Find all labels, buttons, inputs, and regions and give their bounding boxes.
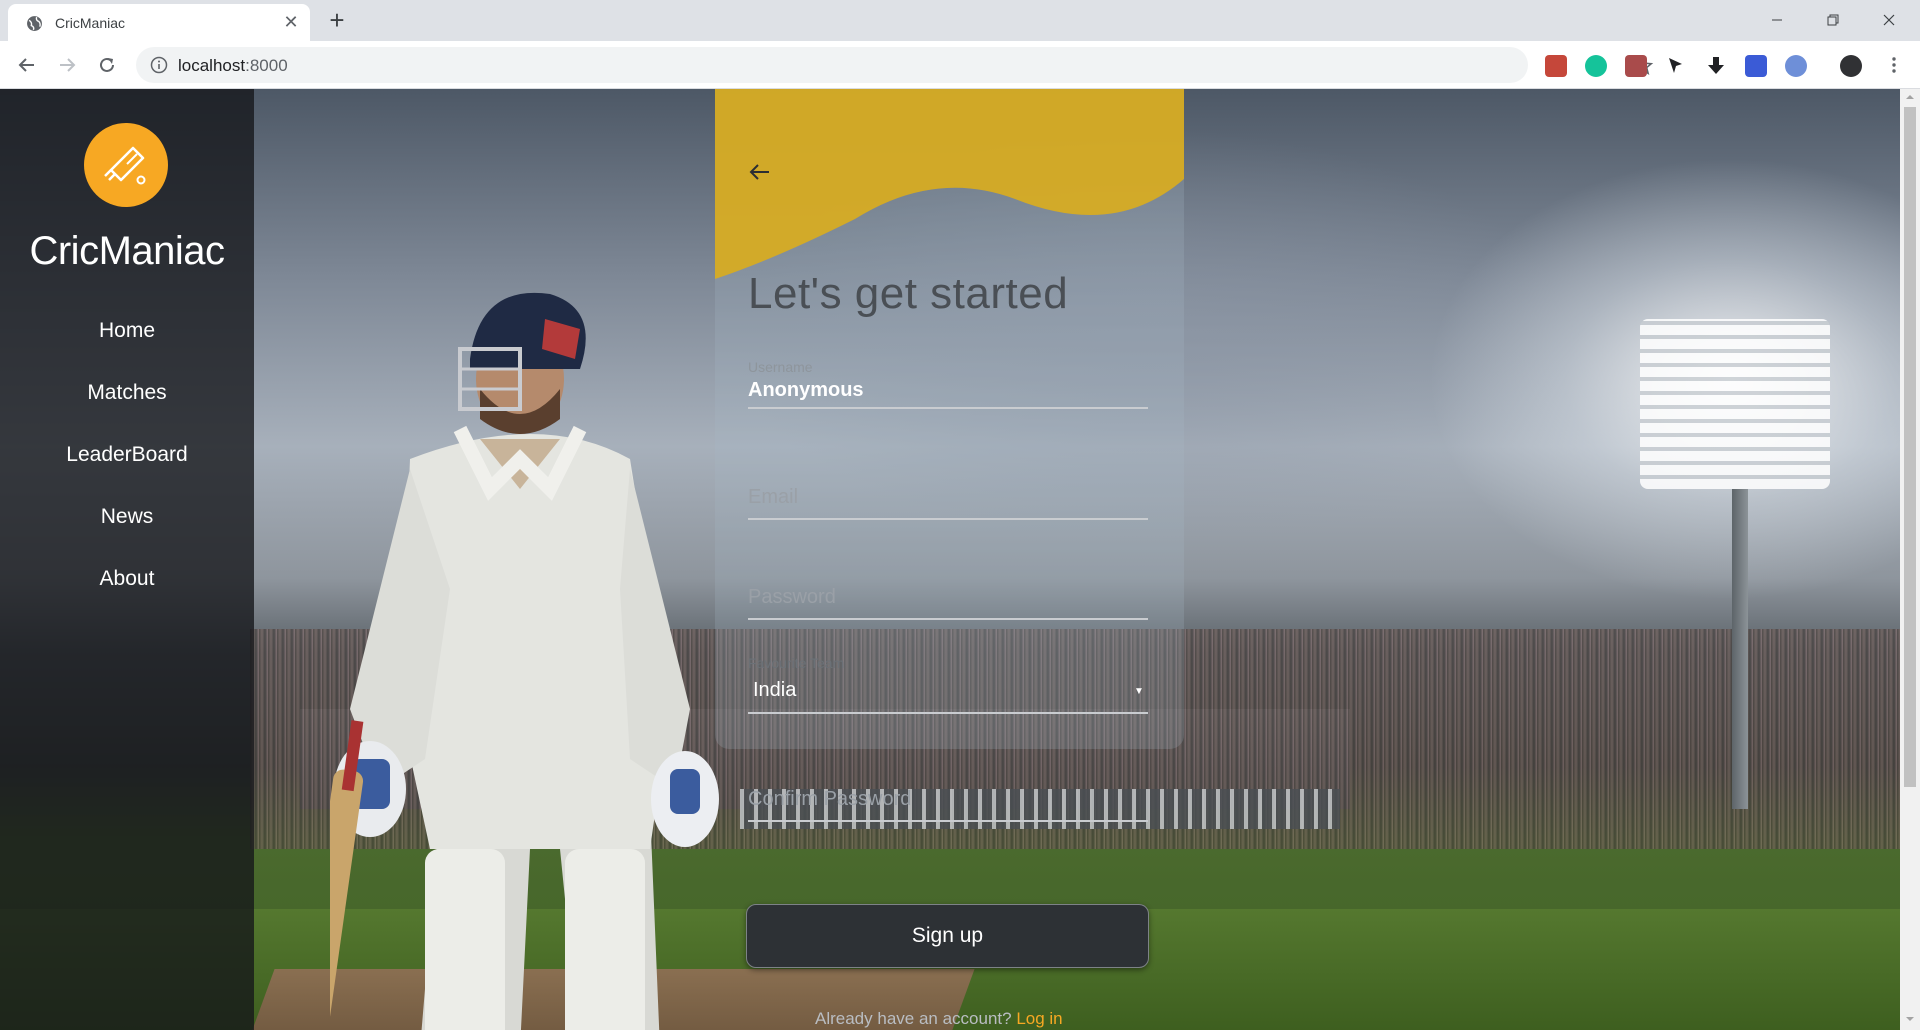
browser-toolbar: localhost:8000 [0, 41, 1920, 89]
sidebar-item-matches[interactable]: Matches [0, 381, 254, 405]
team-field: Favourite Team India ▼ [748, 655, 1148, 715]
username-field: Username Anonymous [748, 359, 1148, 411]
globe-icon [27, 16, 42, 31]
password-underline [748, 618, 1148, 620]
restore-icon[interactable] [1810, 0, 1856, 40]
signup-button[interactable]: Sign up [746, 904, 1149, 968]
team-select-value: India [753, 679, 797, 701]
brand-name[interactable]: CricManiac [0, 229, 254, 274]
email-field [748, 481, 1148, 520]
minimize-icon[interactable] [1754, 0, 1800, 40]
arrow-left-icon [749, 164, 769, 180]
pdf-icon[interactable] [1545, 55, 1567, 77]
scroll-down-icon[interactable] [1905, 1014, 1915, 1024]
team-select[interactable]: India ▼ [748, 675, 1148, 709]
sidebar-item-news[interactable]: News [0, 505, 254, 529]
floodlight [1640, 319, 1830, 489]
login-prompt: Already have an account? Log in [815, 1009, 1063, 1029]
username-label: Username [748, 359, 813, 375]
username-underline [748, 407, 1148, 409]
sidebar: CricManiac Home Matches LeaderBoard News… [0, 89, 254, 1030]
shield-icon[interactable] [1785, 55, 1807, 77]
email-input[interactable] [748, 481, 1148, 513]
close-window-icon[interactable] [1866, 0, 1912, 40]
sidebar-item-about[interactable]: About [0, 567, 254, 591]
cricket-bat-icon [104, 146, 146, 185]
confirm-password-field [748, 783, 1148, 822]
url-text[interactable]: localhost:8000 [178, 56, 288, 76]
scroll-up-icon[interactable] [1905, 92, 1915, 102]
username-input[interactable]: Anonymous [748, 379, 1148, 402]
page-viewport: CricManiac Home Matches LeaderBoard News… [0, 89, 1900, 1030]
grammarly-icon[interactable] [1585, 55, 1607, 77]
floodlight-pole [1732, 489, 1748, 809]
team-underline [748, 712, 1148, 714]
browser-tab[interactable]: CricManiac ✕ [8, 4, 310, 41]
info-icon[interactable] [150, 56, 168, 74]
tab-title: CricManiac [55, 15, 126, 31]
password-field [748, 581, 1148, 620]
reload-icon[interactable] [93, 51, 121, 79]
profile-icon[interactable] [1840, 55, 1862, 77]
signup-card [715, 89, 1184, 749]
login-prompt-text: Already have an account? [815, 1009, 1017, 1028]
scroll-thumb[interactable] [1904, 107, 1916, 787]
page-scrollbar[interactable] [1900, 89, 1920, 1030]
back-arrow-button[interactable] [745, 157, 775, 187]
sidebar-item-home[interactable]: Home [0, 319, 254, 343]
pen-icon[interactable] [1625, 55, 1647, 77]
confirm-password-underline [748, 820, 1148, 822]
menu-icon[interactable] [1880, 51, 1908, 79]
back-icon[interactable] [13, 51, 41, 79]
forward-icon[interactable] [53, 51, 81, 79]
close-tab-icon[interactable]: ✕ [280, 11, 302, 33]
sidebar-item-leaderboard[interactable]: LeaderBoard [0, 443, 254, 467]
download-icon[interactable] [1705, 55, 1727, 77]
browser-tabstrip: CricManiac ✕ + [0, 0, 1920, 41]
logo[interactable] [84, 123, 168, 207]
cursor-icon[interactable] [1665, 55, 1687, 77]
confirm-password-input[interactable] [748, 783, 1148, 815]
cricket-player-image [330, 292, 719, 1030]
email-underline [748, 518, 1148, 520]
acrobat-icon[interactable] [1745, 55, 1767, 77]
new-tab-button[interactable]: + [322, 6, 352, 36]
login-link[interactable]: Log in [1016, 1009, 1062, 1028]
chevron-down-icon: ▼ [1134, 686, 1144, 697]
page-title: Let's get started [748, 269, 1069, 318]
password-input[interactable] [748, 581, 1148, 613]
address-bar[interactable]: localhost:8000 [136, 47, 1654, 83]
team-label: Favourite Team [748, 655, 845, 671]
